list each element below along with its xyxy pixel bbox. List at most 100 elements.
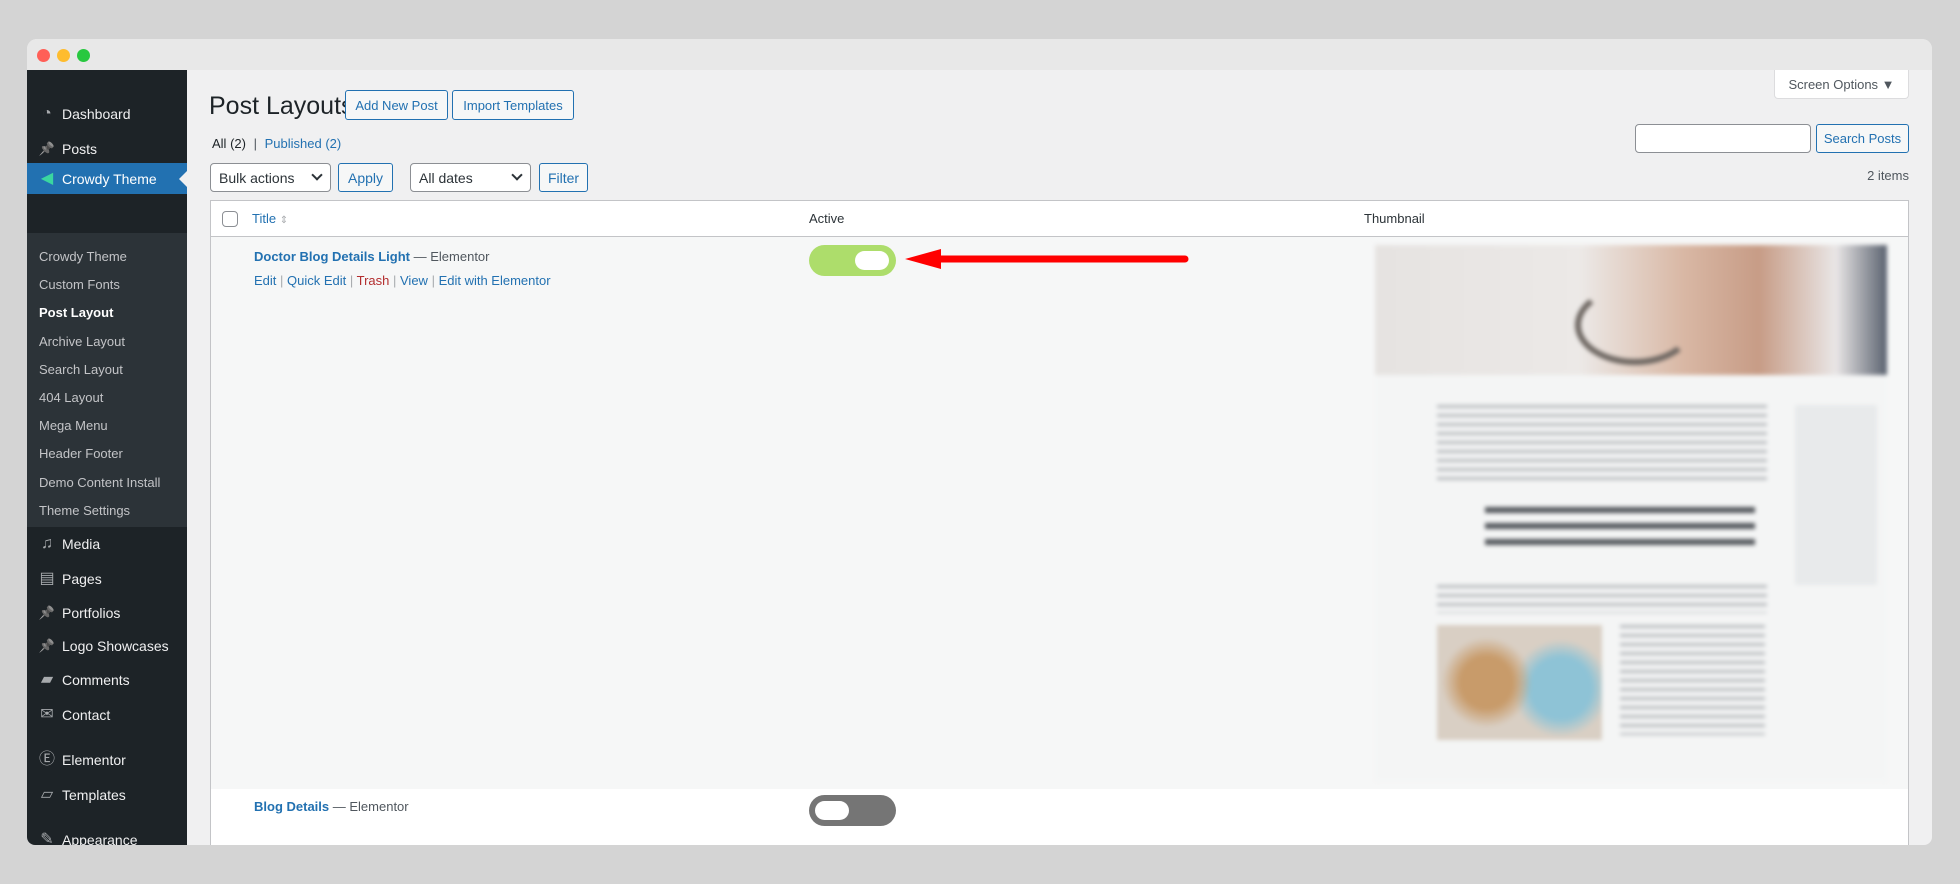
title-bar [27,39,1932,70]
table-header: Title ⇕ Active Thumbnail [211,201,1908,237]
posts-table: Title ⇕ Active Thumbnail Doctor Blog Det… [210,200,1909,845]
active-toggle-on[interactable] [809,245,896,276]
pin-icon: 📌 [38,141,56,156]
edit-with-elementor-link[interactable]: Edit with Elementor [439,273,551,288]
sidebar-item-label: Templates [62,787,126,803]
post-title-link[interactable]: Doctor Blog Details Light [254,249,410,264]
quick-edit-link[interactable]: Quick Edit [287,273,346,288]
sidebar-item-label: Contact [62,707,111,723]
sort-icon: ⇕ [279,215,289,226]
sidebar-item-crowdy-theme[interactable]: ◀ Crowdy Theme [27,163,187,194]
date-filter-value: All dates [419,169,473,186]
sidebar-item-elementor[interactable]: Ⓔ Elementor [27,745,187,775]
sidebar-item-templates[interactable]: ▱ Templates [27,780,187,810]
filter-published-link[interactable]: Published (2) [265,136,342,151]
filter-all-count: (2) [230,136,246,151]
sidebar-item-portfolios[interactable]: 📌 Portfolios [27,598,187,628]
apply-button[interactable]: Apply [338,163,393,192]
submenu-item-mega-menu[interactable]: Mega Menu [39,418,108,433]
bulk-actions-select[interactable]: Bulk actions [210,163,331,192]
toggle-knob [855,251,889,270]
sidebar-item-label: Dashboard [62,106,131,122]
title-column-sort[interactable]: Title ⇕ [252,211,288,226]
title-column-label: Title [252,211,277,226]
chevron-down-icon [511,169,523,181]
sidebar-item-appearance[interactable]: ✎ Appearance [27,825,187,845]
thumbnail-column-header: Thumbnail [1364,211,1425,226]
browser-window: Crowdy Theme Custom Fonts Post Layout Archi… [27,39,1932,845]
edit-link[interactable]: Edit [254,273,276,288]
submenu-item-theme-settings[interactable]: Theme Settings [39,503,130,518]
table-row: Doctor Blog Details Light — Elementor Ed… [211,237,1908,789]
chevron-down-icon [311,169,323,181]
submenu-item-post-layout[interactable]: Post Layout [39,305,113,320]
sidebar-item-label: Media [62,536,101,552]
table-row: Blog Details — Elementor [211,789,1908,845]
add-new-post-button[interactable]: Add New Post [345,90,448,120]
page-title: Post Layouts [209,92,354,120]
sidebar-item-logo-showcases[interactable]: 📌 Logo Showcases [27,631,187,661]
pages-icon: ▤ [39,570,55,587]
sidebar-item-comments[interactable]: ▰ Comments [27,665,187,695]
sidebar-item-label: Pages [62,571,102,587]
sidebar-item-dashboard[interactable]: ◔ Dashboard [27,99,187,129]
sidebar-item-pages[interactable]: ▤ Pages [27,564,187,594]
submenu-item-demo-content-install[interactable]: Demo Content Install [39,475,160,490]
sidebar-item-label: Appearance [62,832,138,845]
sidebar-item-label: Logo Showcases [62,638,169,654]
filter-published-count: (2) [325,136,342,151]
sidebar-item-label: Portfolios [62,605,121,621]
comment-icon: ▰ [40,671,54,688]
dashboard-icon: ◔ [42,105,52,122]
maximize-window-button[interactable] [77,49,90,62]
post-type-label: — Elementor [332,799,409,814]
toggle-knob [815,801,849,820]
sidebar-item-label: Posts [62,141,98,157]
submenu-item-archive-layout[interactable]: Archive Layout [39,334,125,349]
screen-options-button[interactable]: Screen Options ▼ [1774,70,1909,99]
filter-button[interactable]: Filter [539,163,588,192]
sidebar-item-label: Elementor [62,752,126,768]
minimize-window-button[interactable] [57,49,70,62]
sidebar-item-label: Crowdy Theme [62,170,157,187]
search-input[interactable] [1635,124,1811,153]
folder-icon: ▱ [40,786,54,803]
filter-all-link[interactable]: All (2) [212,136,246,151]
sidebar-item-media[interactable]: ♫ Media [27,529,187,559]
trash-link[interactable]: Trash [357,273,390,288]
sidebar-item-contact[interactable]: ✉ Contact [27,700,187,730]
red-arrow-annotation [905,249,1189,269]
filter-published-label: Published [264,136,322,151]
crowdy-logo-icon: ◀ [40,169,54,187]
close-window-button[interactable] [37,49,50,62]
items-count: 2 items [1867,168,1909,183]
filter-all-label: All [212,136,227,151]
pin-icon: 📌 [38,605,56,620]
post-thumbnail [1375,245,1887,781]
mail-icon: ✉ [40,706,54,723]
status-filter-links: All (2) | Published (2) [212,136,341,151]
separator: | [253,136,257,151]
elementor-icon: Ⓔ [38,751,55,768]
media-icon: ♫ [41,535,53,552]
submenu-item-crowdy-theme[interactable]: Crowdy Theme [39,249,127,264]
submenu-item-header-footer[interactable]: Header Footer [39,446,123,461]
select-all-checkbox[interactable] [222,211,238,227]
row-actions: Edit | Quick Edit | Trash | View | Edit … [254,273,551,288]
date-filter-select[interactable]: All dates [410,163,531,192]
search-posts-button[interactable]: Search Posts [1816,124,1909,153]
import-templates-button[interactable]: Import Templates [452,90,574,120]
post-title-link[interactable]: Blog Details [254,799,329,814]
submenu-item-search-layout[interactable]: Search Layout [39,362,123,377]
active-toggle-off[interactable] [809,795,896,826]
admin-sidebar: Crowdy Theme Custom Fonts Post Layout Archi… [27,70,187,845]
submenu-item-custom-fonts[interactable]: Custom Fonts [39,277,120,292]
sidebar-item-posts[interactable]: 📌 Posts [27,134,187,164]
view-link[interactable]: View [400,273,428,288]
submenu-item-404-layout[interactable]: 404 Layout [39,390,103,405]
bulk-actions-value: Bulk actions [219,169,295,186]
sidebar-item-label: Comments [62,672,130,688]
crowdy-theme-submenu: Crowdy Theme Custom Fonts Post Layout Archi… [27,233,187,527]
brush-icon: ✎ [40,831,54,845]
active-column-header: Active [809,211,845,226]
